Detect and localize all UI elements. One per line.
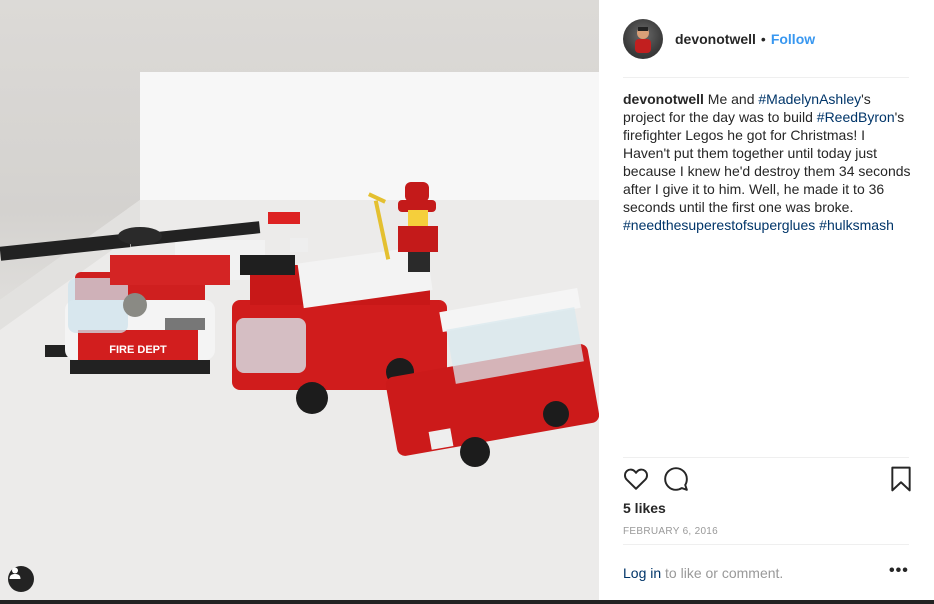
likes-count[interactable]: 5 likes: [623, 500, 666, 516]
header-separator: •: [760, 31, 766, 47]
helicopter-fire-dept-label: FIRE DEPT: [109, 344, 167, 356]
post-caption: devonotwell Me and #MadelynAshley's proj…: [623, 90, 913, 234]
login-text: to like or comment.: [661, 565, 784, 581]
post-photo[interactable]: FIRE DEPT: [0, 0, 599, 604]
hashtag-link[interactable]: #needthesuperestofsuperglues: [623, 217, 815, 233]
post-actions: [623, 466, 913, 494]
header-divider: [623, 77, 909, 78]
hashtag-link[interactable]: #ReedByron: [817, 109, 895, 125]
login-link[interactable]: Log in: [623, 565, 661, 581]
user-tag-icon[interactable]: [8, 566, 34, 592]
heart-icon[interactable]: [623, 466, 649, 497]
hashtag-link[interactable]: #MadelynAshley: [758, 91, 861, 107]
bookmark-icon[interactable]: [889, 466, 913, 497]
more-options-button[interactable]: •••: [889, 562, 909, 580]
caption-text: Me and: [703, 91, 759, 107]
lego-fire-set-illustration: FIRE DEPT: [0, 72, 599, 604]
post-date: FEBRUARY 6, 2016: [623, 526, 719, 537]
post-sidebar: devonotwell • Follow devonotwell Me and …: [599, 0, 934, 600]
window-bottom-edge: [0, 600, 934, 604]
actions-divider: [623, 457, 909, 458]
white-shelf-board: [140, 72, 599, 222]
comment-icon[interactable]: [663, 466, 689, 497]
caption-username[interactable]: devonotwell: [623, 91, 704, 107]
login-divider: [623, 544, 909, 545]
follow-button[interactable]: Follow: [771, 31, 815, 47]
hashtag-link[interactable]: #hulksmash: [819, 217, 894, 233]
avatar[interactable]: [623, 19, 663, 59]
post-header: devonotwell • Follow: [623, 18, 909, 60]
login-prompt: Log in to like or comment.: [623, 565, 783, 581]
header-username[interactable]: devonotwell: [675, 31, 756, 47]
